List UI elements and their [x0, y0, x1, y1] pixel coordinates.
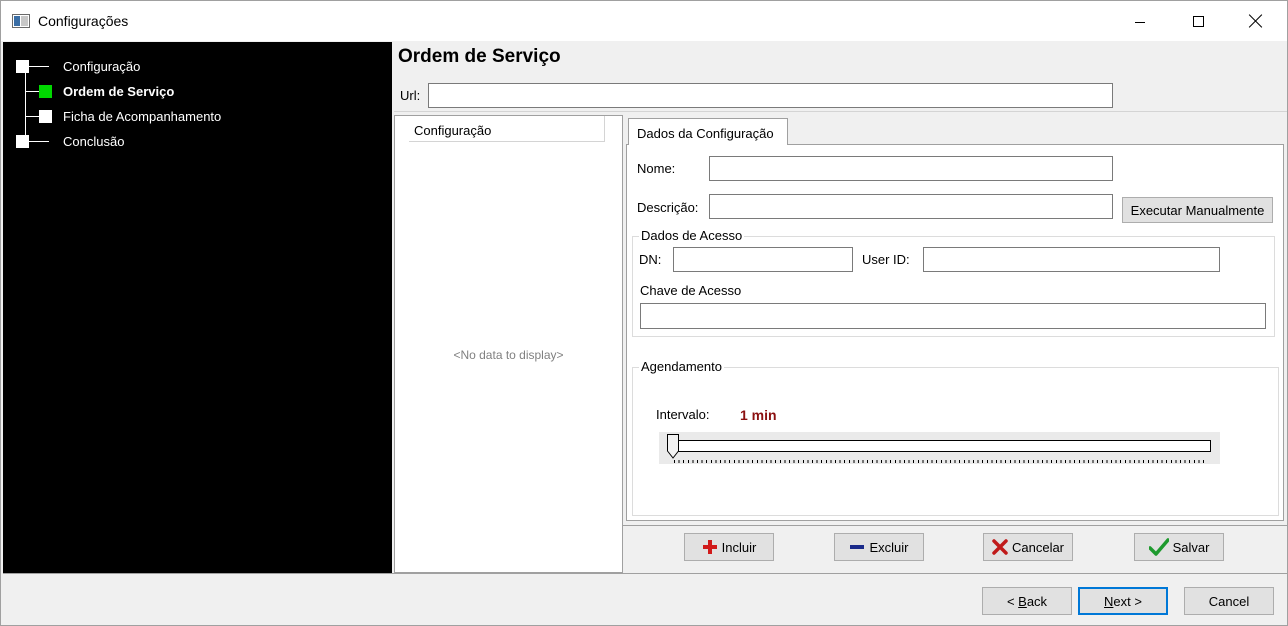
step-configuracao[interactable]: Configuração: [3, 57, 383, 77]
wizard-window: Configurações Configuração Ordem de Serv…: [0, 0, 1288, 626]
url-label: Url:: [400, 88, 421, 103]
x-icon: [992, 539, 1008, 555]
grid-column-header[interactable]: Configuração: [409, 116, 605, 142]
step-label: Ordem de Serviço: [63, 84, 175, 99]
step-label: Configuração: [63, 59, 141, 74]
incluir-button[interactable]: Incluir: [684, 533, 774, 561]
cancelar-label: Cancelar: [1011, 539, 1065, 555]
minimize-icon: [1135, 21, 1145, 23]
tab-label: Dados da Configuração: [637, 126, 774, 141]
next-button[interactable]: Next >: [1078, 587, 1168, 615]
wizard-steps-panel: Configuração Ordem de Serviço Ficha de A…: [3, 42, 392, 573]
slider-track: [669, 440, 1211, 452]
incluir-label: Incluir: [721, 539, 757, 555]
tab-dados-da-configuracao[interactable]: Dados da Configuração: [628, 118, 788, 145]
dn-field[interactable]: [673, 247, 853, 272]
step-ordem-de-servico[interactable]: Ordem de Serviço: [3, 82, 383, 102]
excluir-label: Excluir: [869, 539, 909, 555]
configuration-grid[interactable]: Configuração <No data to display>: [394, 115, 623, 573]
back-rest: ack: [1026, 593, 1048, 609]
grid-column-header-label: Configuração: [414, 123, 492, 138]
step-marker-icon: [16, 135, 29, 148]
step-conclusao[interactable]: Conclusão: [3, 132, 383, 152]
app-window-icon: [12, 14, 30, 28]
step-label: Ficha de Acompanhamento: [63, 109, 222, 124]
minus-icon: [850, 545, 865, 549]
slider-thumb[interactable]: [667, 434, 679, 459]
dn-label: DN:: [639, 252, 662, 267]
chave-de-acesso-field[interactable]: [640, 303, 1266, 329]
close-icon: [1249, 14, 1263, 28]
next-rest: ext >: [1113, 593, 1142, 609]
tree-connector-line: [25, 66, 26, 142]
step-marker-icon: [39, 110, 52, 123]
page-title: Ordem de Serviço: [398, 46, 561, 67]
cancelar-button[interactable]: Cancelar: [983, 533, 1073, 561]
window-title: Configurações: [38, 13, 129, 29]
step-marker-icon: [39, 85, 52, 98]
user-id-label: User ID:: [862, 252, 910, 267]
cancel-button[interactable]: Cancel: [1184, 587, 1274, 615]
url-input[interactable]: [428, 83, 1113, 108]
salvar-button[interactable]: Salvar: [1134, 533, 1224, 561]
close-button[interactable]: [1227, 1, 1285, 41]
slider-ticks: [674, 460, 1204, 463]
nome-field[interactable]: [709, 156, 1113, 181]
tree-branch-line: [29, 66, 49, 67]
step-ficha-de-acompanhamento[interactable]: Ficha de Acompanhamento: [3, 107, 383, 127]
checkmark-icon: [1148, 538, 1169, 556]
intervalo-slider[interactable]: [659, 432, 1220, 464]
agendamento-legend: Agendamento: [639, 359, 724, 374]
grid-empty-message: <No data to display>: [453, 348, 564, 362]
nome-label: Nome:: [637, 161, 676, 176]
intervalo-label: Intervalo:: [656, 407, 710, 422]
salvar-label: Salvar: [1172, 539, 1210, 555]
descricao-field[interactable]: [709, 194, 1113, 219]
intervalo-value: 1 min: [740, 407, 777, 423]
tree-branch-line: [25, 91, 39, 92]
descricao-label: Descrição:: [637, 200, 699, 215]
step-marker-icon: [16, 60, 29, 73]
back-button[interactable]: < Back: [982, 587, 1072, 615]
back-prefix: <: [1006, 593, 1019, 609]
header-divider: [394, 111, 1287, 112]
user-id-field[interactable]: [923, 247, 1220, 272]
maximize-icon: [1192, 15, 1204, 27]
next-mnemonic: N: [1104, 593, 1114, 609]
back-mnemonic: B: [1018, 593, 1027, 609]
tree-branch-line: [29, 141, 49, 142]
title-bar: Configurações: [1, 1, 1287, 41]
dados-de-acesso-legend: Dados de Acesso: [639, 228, 745, 243]
footer-divider: [3, 573, 1287, 574]
plus-icon: [702, 540, 717, 554]
step-label: Conclusão: [63, 134, 125, 149]
tree-branch-line: [25, 116, 39, 117]
maximize-button[interactable]: [1169, 1, 1227, 41]
minimize-button[interactable]: [1111, 1, 1169, 41]
executar-manualmente-button[interactable]: Executar Manualmente: [1122, 197, 1273, 223]
excluir-button[interactable]: Excluir: [834, 533, 924, 561]
chave-de-acesso-label: Chave de Acesso: [640, 283, 742, 298]
